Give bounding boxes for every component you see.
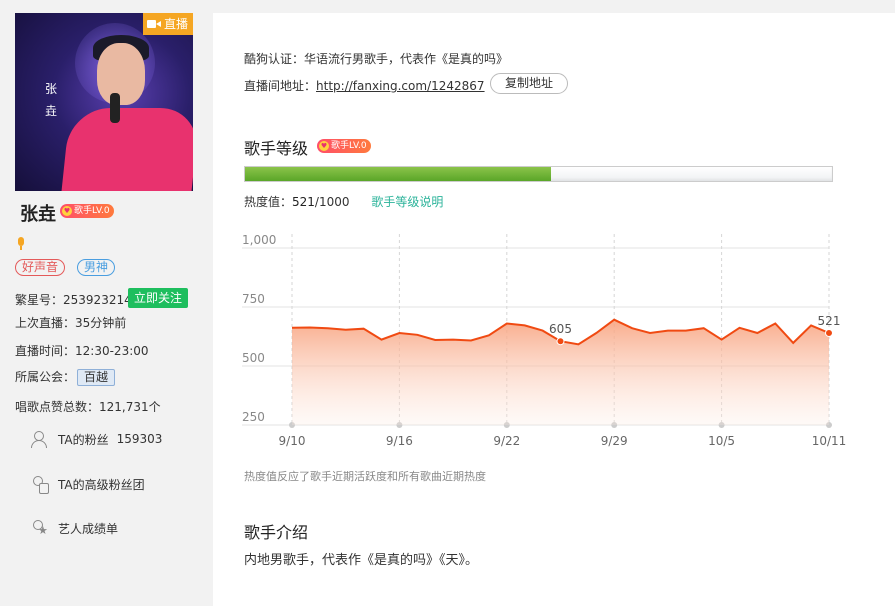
- y-tick-label: 750: [242, 292, 265, 306]
- x-tick-label: 9/22: [493, 434, 520, 448]
- fanxing-id-value: 253923214: [63, 293, 132, 307]
- live-time-value: 12:30-23:00: [75, 344, 149, 358]
- x-tick-label: 9/10: [279, 434, 306, 448]
- avatar-microphone: [110, 93, 120, 123]
- last-live-label: 上次直播：: [15, 316, 76, 330]
- room-address-line: 直播间地址：http://fanxing.com/1242867: [244, 77, 485, 94]
- profile-sidebar: 张垚 直播 张垚 ♥ 歌手LV.0 好声音 男神 繁星号：253923214 立…: [0, 0, 213, 606]
- level-explain-link[interactable]: 歌手等级说明: [371, 195, 443, 209]
- heat-progress-bar: [244, 166, 833, 182]
- annotation-point: [825, 328, 833, 337]
- guild-info: 所属公会： 百越: [15, 368, 116, 386]
- x-tick-label: 9/16: [386, 434, 413, 448]
- singer-level-label: 歌手LV.0: [74, 206, 110, 216]
- heat-chart: 1,000 750 500 250 9/10 9/16 9/22 9/29 10/5 10/11 6…: [242, 233, 847, 448]
- guild-tag[interactable]: 百越: [77, 369, 116, 386]
- certification-value: 华语流行男歌手，代表作《是真的吗》: [304, 52, 509, 66]
- intro-section-title: 歌手介绍: [244, 523, 309, 542]
- annotation-point: [556, 337, 565, 346]
- live-time: 直播时间：12:30-23:00: [15, 342, 149, 359]
- x-tick-label: 10/11: [812, 434, 847, 448]
- level-section-badge-label: 歌手LV.0: [331, 141, 367, 151]
- certification-label: 酷狗认证：: [244, 52, 305, 66]
- room-address-label: 直播间地址：: [244, 79, 317, 93]
- avatar-head: [97, 43, 145, 105]
- last-live-value: 35分钟前: [75, 316, 127, 330]
- fans-link-label: TA的粉丝: [58, 432, 109, 447]
- singer-avatar[interactable]: 张垚 直播: [15, 13, 193, 191]
- x-tick-label: 10/5: [708, 434, 735, 448]
- follow-button[interactable]: 立即关注: [128, 288, 189, 308]
- heart-icon: ♥: [319, 141, 329, 151]
- certification-line: 酷狗认证：华语流行男歌手，代表作《是真的吗》: [244, 50, 508, 67]
- video-camera-icon: [146, 19, 161, 29]
- fans-count: 159303: [116, 432, 163, 446]
- live-time-label: 直播时间：: [15, 344, 76, 358]
- singer-name: 张垚: [20, 204, 56, 225]
- y-tick-label: 500: [242, 351, 265, 365]
- rank-link[interactable]: 艺人成绩单: [30, 519, 118, 537]
- heat-value: 521: [292, 195, 315, 209]
- fan-club-icon: [30, 475, 49, 494]
- tag-male-god[interactable]: 男神: [77, 259, 116, 276]
- main-panel: 酷狗认证：华语流行男歌手，代表作《是真的吗》 直播间地址：http://fanx…: [213, 13, 895, 606]
- avatar-jacket: [59, 108, 193, 191]
- fans-link[interactable]: TA的粉丝 159303: [30, 430, 162, 448]
- level-section-title: 歌手等级: [244, 139, 309, 158]
- annotation-label: 605: [549, 322, 572, 336]
- copy-address-button[interactable]: 复制地址: [490, 73, 568, 94]
- y-tick-label: 1,000: [242, 233, 276, 247]
- heart-icon: ♥: [62, 206, 72, 216]
- heat-label: 热度值：: [244, 195, 293, 209]
- heat-value-line: 热度值：521/1000 歌手等级说明: [244, 193, 443, 210]
- rank-label: 艺人成绩单: [58, 521, 119, 536]
- likes-value: 121,731个: [99, 400, 161, 414]
- tag-good-voice[interactable]: 好声音: [15, 259, 66, 276]
- y-tick-label: 250: [242, 410, 265, 424]
- room-address-link[interactable]: http://fanxing.com/1242867: [316, 79, 485, 93]
- heat-note: 热度值反应了歌手近期活跃度和所有歌曲近期热度: [244, 470, 486, 483]
- heat-progress-fill: [245, 167, 551, 181]
- singer-level-badge: ♥ 歌手LV.0: [60, 204, 114, 218]
- intro-text: 内地男歌手，代表作《是真的吗》《天》。: [244, 553, 479, 568]
- guild-label: 所属公会：: [15, 370, 76, 384]
- likes-label: 唱歌点赞总数：: [15, 400, 100, 414]
- rank-icon: [30, 519, 48, 537]
- live-badge-label: 直播: [163, 17, 188, 31]
- x-tick-label: 9/29: [601, 434, 628, 448]
- last-live: 上次直播：35分钟前: [15, 314, 126, 331]
- live-badge[interactable]: 直播: [142, 13, 193, 35]
- likes-total: 唱歌点赞总数：121,731个: [15, 398, 161, 415]
- level-section-badge: ♥ 歌手LV.0: [317, 139, 371, 153]
- heat-max: /1000: [314, 195, 350, 209]
- fans-icon: [30, 430, 48, 448]
- microphone-icon: [17, 237, 25, 251]
- avatar-caption: 张垚: [45, 82, 58, 118]
- fan-club-link[interactable]: TA的高级粉丝团: [30, 475, 145, 494]
- fanxing-id: 繁星号：253923214: [15, 291, 132, 308]
- fanxing-id-label: 繁星号：: [15, 293, 64, 307]
- annotation-label: 521: [818, 314, 841, 328]
- fan-club-label: TA的高级粉丝团: [58, 477, 145, 492]
